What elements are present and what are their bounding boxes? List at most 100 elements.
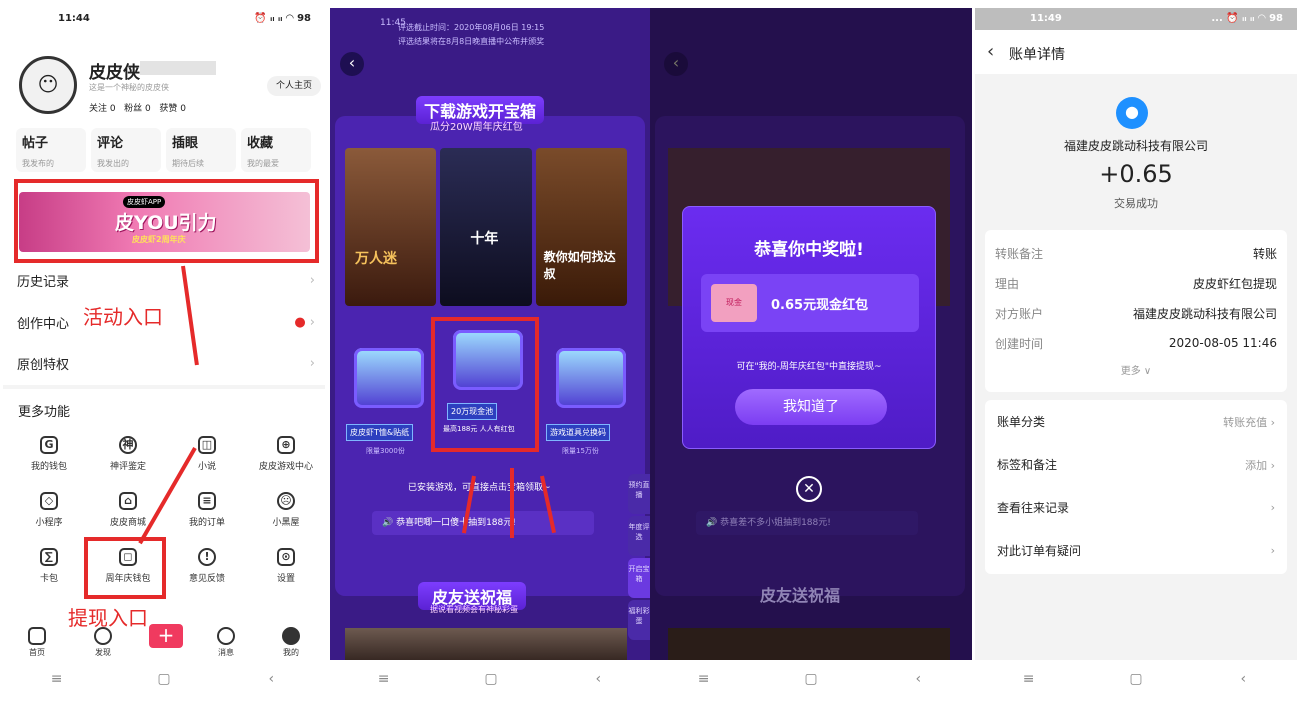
grid-item-settings[interactable]: ⊙ 设置 <box>246 548 325 584</box>
highlight-box <box>84 537 166 599</box>
status-time: 11:49 <box>1030 13 1062 24</box>
row-creation-center[interactable]: 创作中心 ● › <box>17 305 315 339</box>
popup-title: 恭喜你中奖啦! <box>754 240 864 260</box>
menu-row-tags[interactable]: 标签和备注 添加 › <box>985 443 1287 486</box>
side-tab[interactable]: 年度评选 <box>628 516 650 556</box>
menu-label: 查看往来记录 <box>997 501 1070 515</box>
settings-icon: ⊙ <box>277 548 295 566</box>
chevron-right-icon: › <box>1270 501 1275 514</box>
home-nav-icon[interactable]: ▢ <box>471 671 511 687</box>
grid-label: 皮皮商城 <box>109 518 146 528</box>
grid-item-card-pack[interactable]: ∑ 卡包 <box>9 548 89 584</box>
grid-item-orders[interactable]: ≡ 我的订单 <box>167 492 247 528</box>
back-icon[interactable]: ‹ <box>987 41 994 62</box>
highlight-box <box>14 179 319 263</box>
tile-posts[interactable]: 帖子 我发布的 <box>16 128 86 172</box>
home-nav-icon[interactable]: ▢ <box>1116 671 1156 687</box>
back-nav-icon[interactable]: ‹ <box>1223 671 1263 687</box>
tab-discover[interactable]: 发现 <box>83 627 123 658</box>
status-icons: ... ⏰ ᵢₗ ᵢₗ ◠ 98 <box>1211 13 1283 24</box>
tab-messages[interactable]: 消息 <box>206 627 246 658</box>
home-nav-icon[interactable]: ▢ <box>791 671 831 687</box>
grid-item-wallet[interactable]: G 我的钱包 <box>9 436 89 472</box>
god-icon: 神 <box>119 436 137 454</box>
game-cover[interactable]: 万人迷 <box>345 148 437 306</box>
back-icon[interactable]: ‹ <box>664 52 688 76</box>
user-avatar-icon: ● <box>1116 97 1148 129</box>
grid-label: 小程序 <box>35 518 63 528</box>
status-bar: 11:49 ... ⏰ ᵢₗ ᵢₗ ◠ 98 <box>975 8 1297 30</box>
wallet-icon: G <box>40 436 58 454</box>
person-icon <box>282 627 300 645</box>
grid-item-mini-program[interactable]: ◇ 小程序 <box>9 492 89 528</box>
game-cover[interactable]: 教你如何找达叔 <box>535 148 627 306</box>
detail-value: 福建皮皮跳动科技有限公司 <box>1132 306 1277 321</box>
side-tab[interactable]: 预约直播 <box>628 474 650 514</box>
menu-nav-icon[interactable]: ≡ <box>364 671 404 687</box>
ok-button[interactable]: 我知道了 <box>735 389 887 425</box>
row-history[interactable]: 历史记录 › <box>17 263 315 297</box>
company-name: 福建皮皮跳动科技有限公司 <box>1063 139 1208 153</box>
tile-title: 收藏 <box>247 136 274 151</box>
detail-value: 转账 <box>1252 246 1277 261</box>
tile-bookmark[interactable]: 插眼 期待后续 <box>166 128 236 172</box>
gamepad-icon: ⊕ <box>277 436 295 454</box>
grid-label: 意见反馈 <box>188 574 225 584</box>
tile-comments[interactable]: 评论 我发出的 <box>91 128 161 172</box>
menu-nav-icon[interactable]: ≡ <box>1009 671 1049 687</box>
broadcast-bar: 🔊 恭喜吧唧一口傻十抽到188元! <box>372 511 594 535</box>
side-tab[interactable]: 福利彩蛋 <box>628 600 650 640</box>
tile-sub: 期待后续 <box>172 159 204 168</box>
chest-right[interactable] <box>556 348 626 408</box>
detail-row: 转账备注 转账 <box>995 238 1277 268</box>
menu-nav-icon[interactable]: ≡ <box>684 671 724 687</box>
android-nav: ≡ ▢ ‹ <box>330 660 652 698</box>
row-original-privilege[interactable]: 原创特权 › <box>17 346 315 380</box>
home-nav-icon[interactable]: ▢ <box>144 671 184 687</box>
top-note: 评选截止时间：2020年08月06日 19:15 <box>398 23 545 32</box>
android-nav: ≡ ▢ ‹ <box>3 660 325 698</box>
game-event-screen: 11:45 评选截止时间：2020年08月06日 19:15 评选结果将在8月8… <box>330 8 652 698</box>
menu-value-text: 转账充值 <box>1223 415 1268 429</box>
post-button[interactable]: + <box>149 624 183 648</box>
back-nav-icon[interactable]: ‹ <box>251 671 291 687</box>
detail-row: 理由 皮皮虾红包提现 <box>995 268 1277 298</box>
game-covers[interactable]: 万人迷 十年 教你如何找达叔 <box>345 148 627 306</box>
menu-row-question[interactable]: 对此订单有疑问 › <box>985 529 1287 572</box>
chest-left[interactable] <box>354 348 424 408</box>
tab-home[interactable]: 首页 <box>17 627 57 658</box>
tab-label: 消息 <box>218 648 234 657</box>
grid-label: 我的钱包 <box>30 462 67 472</box>
grid-item-feedback[interactable]: ! 意见反馈 <box>167 548 247 584</box>
cash-ticket-icon: 现金 <box>711 284 757 322</box>
more-toggle[interactable]: 更多 ∨ <box>995 362 1277 377</box>
back-icon[interactable]: ‹ <box>340 52 364 76</box>
transaction-result: 交易成功 <box>1114 197 1158 210</box>
close-icon[interactable]: ✕ <box>796 476 822 502</box>
menu-row-history[interactable]: 查看往来记录 › <box>985 486 1287 529</box>
avatar[interactable]: 😶 <box>19 56 77 114</box>
tab-label: 我的 <box>283 648 299 657</box>
follow-stats[interactable]: 关注 0 粉丝 0 获赞 0 <box>89 101 186 114</box>
grid-item-god-review[interactable]: 神神评鉴定 <box>88 436 168 472</box>
grid-item-blackroom[interactable]: ☹ 小黑屋 <box>246 492 325 528</box>
back-nav-icon[interactable]: ‹ <box>578 671 618 687</box>
cover-text: 十年 <box>470 231 499 247</box>
installed-hint: 已安装游戏，可直接点击宝箱领取~ <box>408 483 551 493</box>
game-cover[interactable]: 十年 <box>440 148 532 306</box>
feedback-icon: ! <box>198 548 216 566</box>
broadcast-text: 恭喜吧唧一口傻十抽到188元! <box>396 518 516 528</box>
tile-favorites[interactable]: 收藏 我的最爱 <box>241 128 311 172</box>
row-label: 原创特权 <box>17 357 70 373</box>
menu-row-category[interactable]: 账单分类 转账充值 › <box>985 400 1287 443</box>
annotation-activity-entry: 活动入口 <box>83 305 163 329</box>
menu-nav-icon[interactable]: ≡ <box>37 671 77 687</box>
homepage-button[interactable]: 个人主页 <box>267 76 321 96</box>
menu-label: 标签和备注 <box>997 458 1058 472</box>
grid-item-novel[interactable]: ◫ 小说 <box>167 436 247 472</box>
back-nav-icon[interactable]: ‹ <box>898 671 938 687</box>
chevron-right-icon: › <box>309 355 315 371</box>
side-tab[interactable]: 开启宝箱 <box>628 558 650 598</box>
tab-me[interactable]: 我的 <box>271 627 311 658</box>
grid-item-game-center[interactable]: ⊕ 皮皮游戏中心 <box>246 436 325 472</box>
